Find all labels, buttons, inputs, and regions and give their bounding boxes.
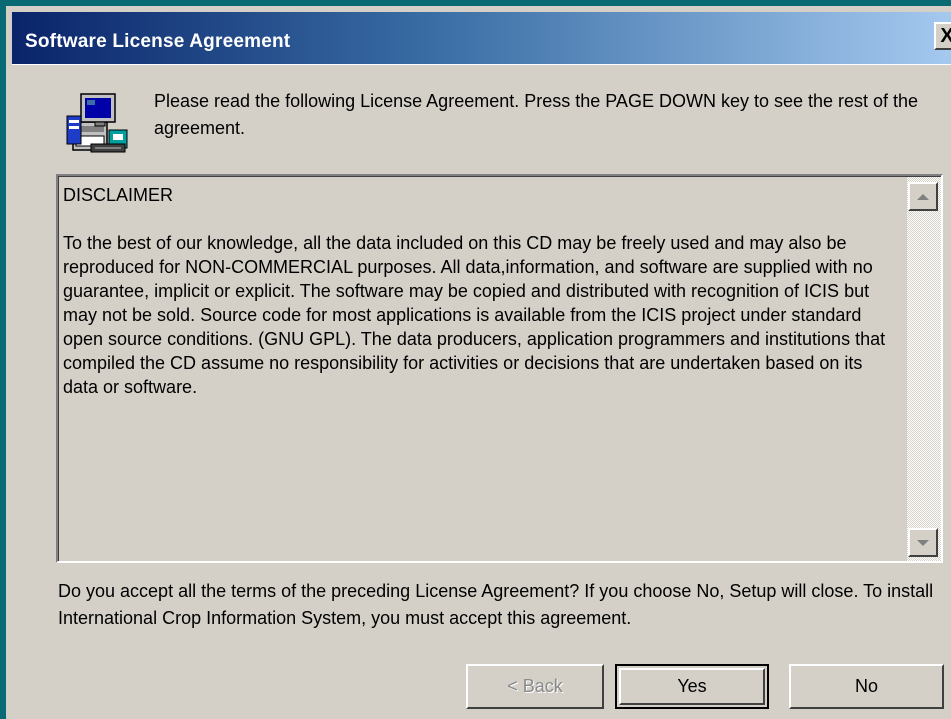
- arrow-up-icon: [917, 193, 929, 200]
- yes-button-label: Yes: [677, 676, 707, 696]
- yes-button[interactable]: Yes: [615, 664, 769, 709]
- close-button[interactable]: X: [934, 22, 951, 50]
- scroll-up-button[interactable]: [908, 182, 938, 211]
- no-button[interactable]: No: [789, 664, 944, 709]
- license-text-box[interactable]: DISCLAIMER To the best of our knowledge,…: [56, 174, 943, 563]
- close-icon: X: [940, 25, 951, 48]
- setup-computer-icon: [61, 86, 133, 156]
- back-button-label: < Back: [507, 676, 563, 696]
- license-body: To the best of our knowledge, all the da…: [63, 233, 886, 397]
- license-content: DISCLAIMER To the best of our knowledge,…: [63, 183, 893, 399]
- title-bar[interactable]: Software License Agreement: [12, 12, 951, 65]
- license-heading: DISCLAIMER: [63, 185, 174, 205]
- arrow-down-icon: [917, 539, 929, 546]
- no-button-label: No: [854, 676, 878, 696]
- instruction-text: Please read the following License Agreem…: [154, 91, 919, 138]
- back-button[interactable]: < Back: [466, 664, 604, 709]
- window-title: Software License Agreement: [25, 31, 291, 52]
- vertical-scrollbar[interactable]: [907, 177, 941, 561]
- accept-question-text: Do you accept all the terms of the prece…: [58, 581, 934, 628]
- dialog-window: Software License Agreement X Please read…: [0, 0, 951, 719]
- scroll-down-button[interactable]: [908, 528, 938, 557]
